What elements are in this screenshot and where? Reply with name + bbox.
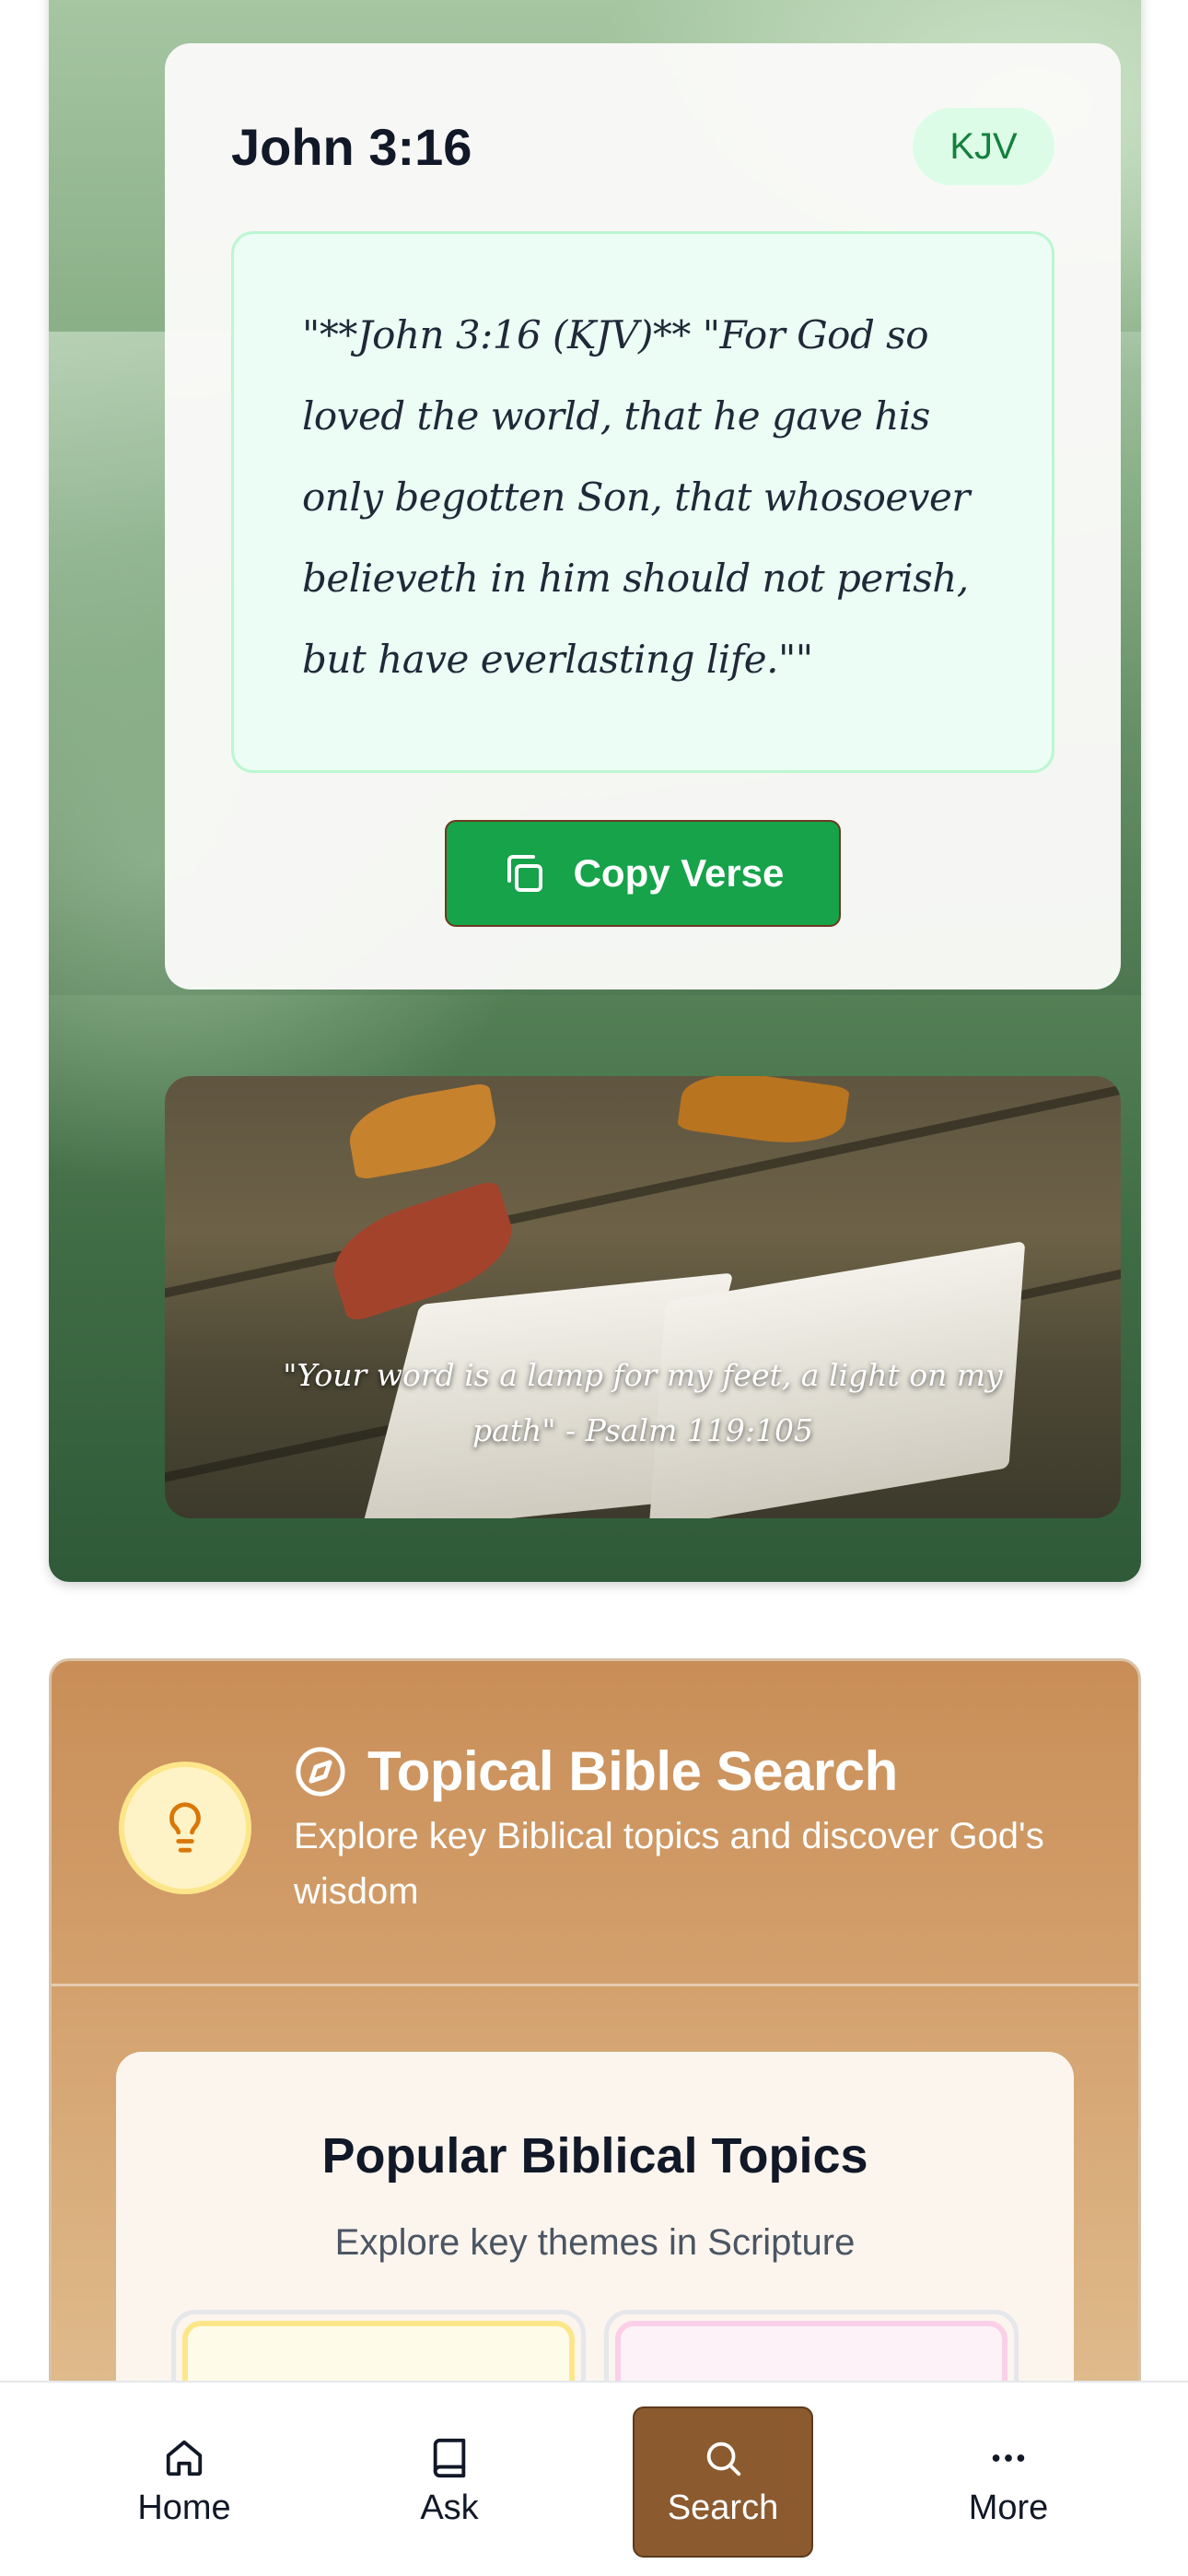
divider xyxy=(52,1984,1138,1986)
lightbulb-badge xyxy=(119,1762,251,1894)
home-icon xyxy=(166,2440,203,2476)
nav-search[interactable]: Search xyxy=(633,2406,813,2558)
bible-photo: "Your word is a lamp for my feet, a ligh… xyxy=(165,1076,1121,1518)
nav-home-label: Home xyxy=(137,2488,231,2527)
nav-search-label: Search xyxy=(667,2488,779,2527)
popular-topics-title: Popular Biblical Topics xyxy=(321,2128,868,2184)
nav-home[interactable]: Home xyxy=(94,2406,274,2558)
nav-more[interactable]: More xyxy=(918,2406,1099,2558)
autumn-leaf xyxy=(344,1082,502,1181)
photo-caption: "Your word is a lamp for my feet, a ligh… xyxy=(283,1357,1003,1448)
page: John 3:16 KJV "**John 3:16 (KJV)** "For … xyxy=(0,0,1188,2576)
verse-text-box: "**John 3:16 (KJV)** "For God so loved t… xyxy=(231,231,1054,773)
book-icon xyxy=(433,2438,466,2477)
lightbulb-icon xyxy=(169,1802,201,1853)
topical-title-row: Topical Bible Search xyxy=(294,1739,898,1803)
search-icon xyxy=(706,2441,741,2476)
topical-subtitle: Explore key Biblical topics and discover… xyxy=(294,1816,1044,1912)
verse-text: "**John 3:16 (KJV)** "For God so loved t… xyxy=(302,312,970,682)
nav-more-label: More xyxy=(968,2488,1049,2527)
autumn-leaf xyxy=(677,1076,850,1153)
copy-verse-button[interactable]: Copy Verse xyxy=(445,820,841,927)
more-icon xyxy=(992,2453,1025,2462)
copy-verse-label: Copy Verse xyxy=(573,851,785,895)
nav-ask-label: Ask xyxy=(420,2488,479,2527)
nav-ask[interactable]: Ask xyxy=(359,2406,540,2558)
bottom-nav: Home Ask Search More xyxy=(0,2381,1188,2576)
copy-icon xyxy=(507,855,542,892)
topical-title: Topical Bible Search xyxy=(367,1740,898,1802)
verse-reference: John 3:16 xyxy=(231,118,472,176)
verse-section: John 3:16 KJV "**John 3:16 (KJV)** "For … xyxy=(49,0,1141,1582)
version-badge: KJV xyxy=(913,108,1054,185)
popular-topics-subtitle: Explore key themes in Scripture xyxy=(334,2222,856,2263)
verse-card: John 3:16 KJV "**John 3:16 (KJV)** "For … xyxy=(165,43,1121,989)
compass-icon xyxy=(296,1746,345,1797)
